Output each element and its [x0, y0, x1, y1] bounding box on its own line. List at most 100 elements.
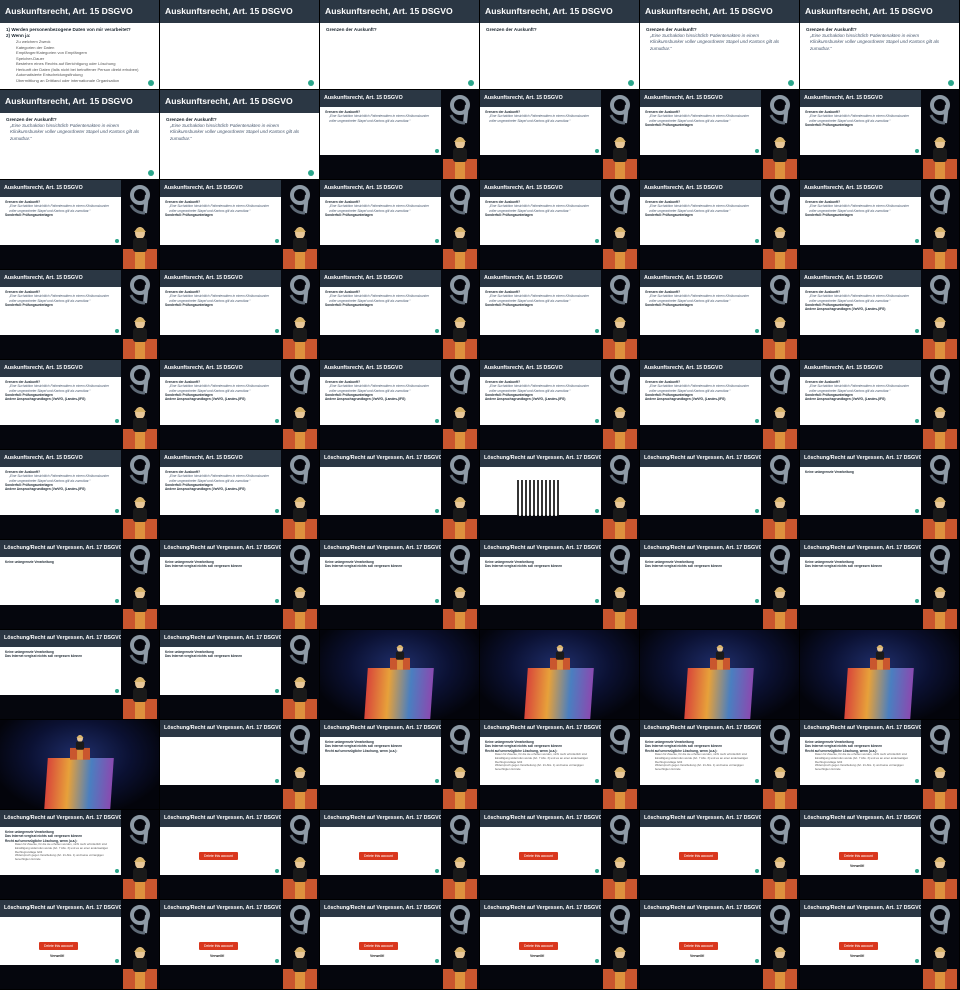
slide-body: Grenzen der Auskunft? „Eine Suchaktion hi…: [800, 377, 921, 425]
slide-body: Grenzen der Auskunft? „Eine Suchaktion hi…: [320, 197, 441, 245]
slide-title: Auskunftsrecht, Art. 15 DSGVO: [800, 270, 921, 287]
slide-title: Löschung/Recht auf Vergessen, Art. 17 DS…: [160, 810, 281, 827]
video-frame: Löschung/Recht auf Vergessen, Art. 17 DS…: [160, 900, 320, 990]
slide-number-badge: [628, 80, 634, 86]
slide-number-badge: [755, 509, 759, 513]
delete-account-button[interactable]: Delete this account: [679, 852, 718, 860]
slide-body: Keine unbegrenzte Verarbeitung Das Intern…: [800, 737, 921, 785]
slide-number-badge: [275, 239, 279, 243]
quote-text: „Eine Suchaktion hinsichtlich Patientena…: [489, 384, 589, 393]
conference-logo-icon: [289, 815, 310, 845]
delete-account-button[interactable]: Delete this account: [519, 942, 558, 950]
speaker-camera-icon: [603, 767, 637, 809]
slide-title: Auskunftsrecht, Art. 15 DSGVO: [160, 180, 281, 197]
quote-text: „Eine Suchaktion hinsichtlich Patientena…: [810, 33, 940, 51]
slide-title: Auskunftsrecht, Art. 15 DSGVO: [320, 90, 441, 107]
conference-logo-icon: [449, 545, 470, 575]
quote-text: „Eine Suchaktion hinsichtlich Patientena…: [649, 204, 749, 213]
slide-body: Keine unbegrenzte Verarbeitung Das Intern…: [480, 737, 601, 785]
delete-account-button[interactable]: Delete this account: [359, 852, 398, 860]
slide-title: Löschung/Recht auf Vergessen, Art. 17 DS…: [480, 450, 601, 467]
conference-logo-icon: [449, 725, 470, 755]
video-frame: [0, 720, 160, 810]
delete-account-button[interactable]: Delete this account: [199, 942, 238, 950]
slide-title: Auskunftsrecht, Art. 15 DSGVO: [800, 0, 959, 23]
bullet-internet: Das Internet vergisst nichts soll verges…: [325, 564, 403, 569]
quote-text: „Eine Suchaktion hinsichtlich Patientena…: [809, 294, 909, 303]
bullet-andere: Andere Anspruchsgrundlagen (VwVfG, (Land…: [5, 487, 86, 492]
slide-number-badge: [435, 959, 439, 963]
video-frame: Auskunftsrecht, Art. 15 DSGVO Grenzen der…: [640, 90, 800, 180]
slide-number-badge: [435, 509, 439, 513]
slide-body: Grenzen der Auskunft? „Eine Suchaktion hi…: [480, 377, 601, 425]
slide-body: Grenzen der Auskunft? „Eine Suchaktion hi…: [0, 377, 121, 425]
slide-title: Auskunftsrecht, Art. 15 DSGVO: [0, 270, 121, 287]
slide-body: Grenzen der Auskunft? „Eine Suchaktion hi…: [0, 197, 121, 245]
delete-account-button[interactable]: Delete this account: [839, 852, 878, 860]
bullet-pruefung: Sonderfall: Prüfungsunterlagen: [325, 212, 373, 217]
delete-account-button[interactable]: Delete this account: [839, 942, 878, 950]
conference-logo-icon: [289, 905, 310, 935]
ver-label: Verweilt!: [850, 953, 865, 958]
slide-title: Auskunftsrecht, Art. 15 DSGVO: [640, 90, 761, 107]
conference-logo-icon: [289, 275, 310, 305]
speaker-camera-icon: [283, 407, 317, 449]
speaker-camera-icon: [923, 317, 957, 359]
slide-number-badge: [755, 329, 759, 333]
slide-body: Delete this account: [480, 827, 601, 875]
slide-body: Grenzen der Auskunft? „Eine Suchaktion hi…: [0, 287, 121, 335]
conference-logo-icon: [929, 365, 950, 395]
speaker-camera-icon: [283, 317, 317, 359]
quote-text: „Eine Suchaktion hinsichtlich Patientena…: [170, 123, 300, 141]
slide-body: Delete this account Verweilt!: [800, 827, 921, 875]
video-frame: Löschung/Recht auf Vergessen, Art. 17 DS…: [160, 810, 320, 900]
video-frame: Auskunftsrecht, Art. 15 DSGVO Grenzen der…: [0, 360, 160, 450]
slide-body: Keine unbegrenzte Verarbeitung Das Intern…: [320, 737, 441, 785]
slide-body: Keine unbegrenzte Verarbeitung Das Intern…: [320, 557, 441, 605]
video-frame: Auskunftsrecht, Art. 15 DSGVO Grenzen der…: [160, 180, 320, 270]
slide-number-badge: [915, 599, 919, 603]
video-frame: Löschung/Recht auf Vergessen, Art. 17 DS…: [800, 540, 960, 630]
conference-logo-icon: [129, 545, 150, 575]
slide-body: Grenzen der Auskunft? „Eine Suchaktion hi…: [480, 287, 601, 335]
bullet-heading: Grenzen der Auskunft?: [326, 27, 377, 32]
conference-logo-icon: [129, 185, 150, 215]
video-frame: Auskunftsrecht, Art. 15 DSGVO Grenzen der…: [800, 360, 960, 450]
slide-number-badge: [275, 599, 279, 603]
speaker-camera-icon: [763, 137, 797, 179]
slide-body: Grenzen der Auskunft? „Eine Suchaktion hi…: [640, 107, 761, 155]
slide-body: Keine unbegrenzte Verarbeitung: [0, 557, 121, 605]
slide-title: Löschung/Recht auf Vergessen, Art. 17 DS…: [320, 900, 441, 917]
slide-title: Auskunftsrecht, Art. 15 DSGVO: [320, 360, 441, 377]
delete-account-button[interactable]: Delete this account: [519, 852, 558, 860]
slide-body: Grenzen der Auskunft? „Eine Suchaktion hi…: [160, 197, 281, 245]
slide-number-badge: [595, 869, 599, 873]
speaker-camera-icon: [603, 947, 637, 989]
delete-account-button[interactable]: Delete this account: [199, 852, 238, 860]
delete-account-button[interactable]: Delete this account: [39, 942, 78, 950]
slide-title: Löschung/Recht auf Vergessen, Art. 17 DS…: [800, 900, 921, 917]
video-frame: Auskunftsrecht, Art. 15 DSGVO Grenzen der…: [0, 180, 160, 270]
bullet-andere: Andere Anspruchsgrundlagen (VwVfG, (Land…: [805, 307, 886, 312]
speaker-icon: [70, 735, 90, 760]
speaker-camera-icon: [283, 767, 317, 809]
slide-number-badge: [148, 170, 154, 176]
speaker-camera-icon: [923, 227, 957, 269]
conference-logo-icon: [289, 455, 310, 485]
slide-title: Auskunftsrecht, Art. 15 DSGVO: [0, 360, 121, 377]
sub-widerspruch: Widerspruch gegen Verarbeitung (Art. 21 …: [815, 763, 904, 772]
conference-logo-icon: [449, 905, 470, 935]
delete-account-button[interactable]: Delete this account: [359, 942, 398, 950]
slide-body: Grenzen der Auskunft? „Eine Suchaktion hi…: [160, 287, 281, 335]
delete-account-button[interactable]: Delete this account: [679, 942, 718, 950]
speaker-camera-icon: [283, 587, 317, 629]
ver-label: Verweilt!: [690, 953, 705, 958]
slide-number-badge: [115, 599, 119, 603]
video-frame: Löschung/Recht auf Vergessen, Art. 17 DS…: [480, 540, 640, 630]
speaker-icon: [710, 645, 730, 670]
video-frame: Löschung/Recht auf Vergessen, Art. 17 DS…: [640, 720, 800, 810]
slide-title: Auskunftsrecht, Art. 15 DSGVO: [160, 0, 319, 23]
conference-logo-icon: [609, 815, 630, 845]
speaker-camera-icon: [123, 947, 157, 989]
slide-body: Grenzen der Auskunft?: [480, 23, 639, 89]
